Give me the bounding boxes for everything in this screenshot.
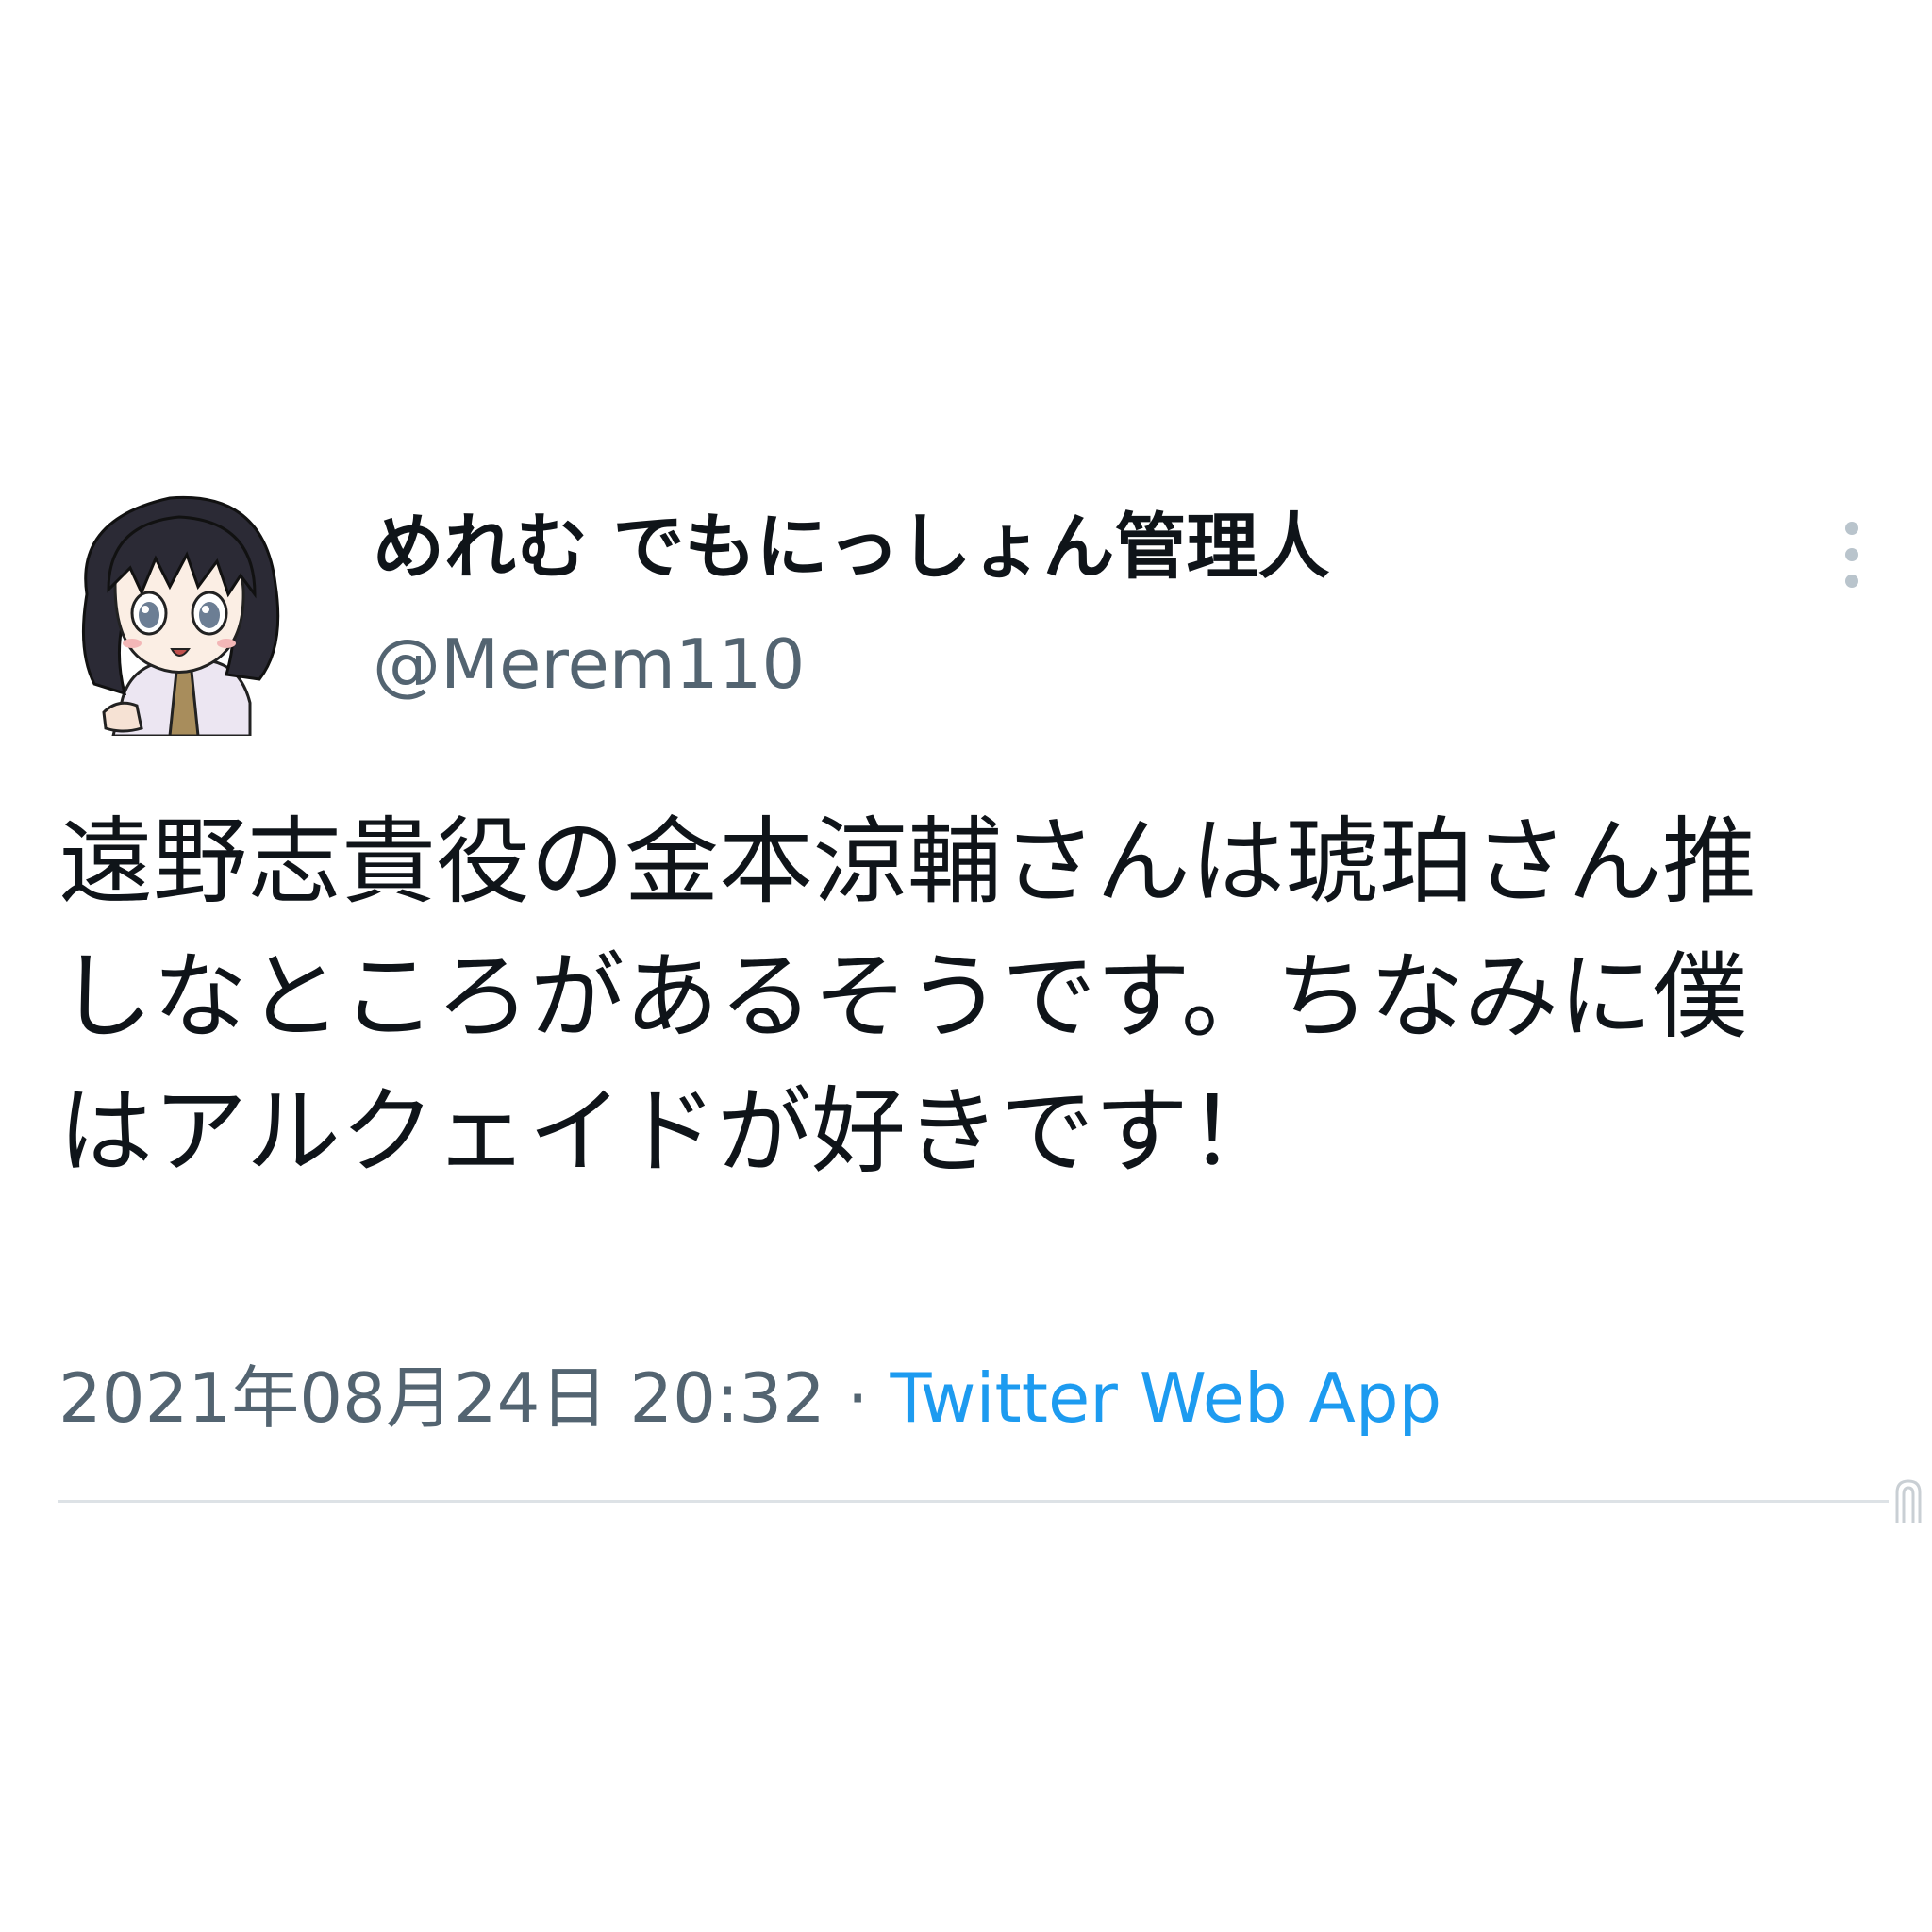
anime-character-avatar-icon	[81, 495, 280, 736]
author-handle[interactable]: @Merem110	[373, 630, 805, 698]
tweet-source-link[interactable]: Twitter Web App	[891, 1358, 1442, 1438]
divider	[58, 1500, 1889, 1503]
tweet-text: 遠野志貴役の金本涼輔さんは琥珀さん推しなところがあるそうです。ちなみに僕はアルク…	[58, 807, 1757, 1187]
avatar[interactable]	[66, 481, 292, 736]
edge-mark-icon	[1891, 1477, 1925, 1524]
tweet-meta: 2021年08月24日 20:32 · Twitter Web App	[58, 1364, 1441, 1432]
meta-separator: ·	[846, 1358, 869, 1438]
more-vertical-icon	[1845, 522, 1858, 588]
tweet-timestamp[interactable]: 2021年08月24日 20:32	[58, 1358, 825, 1438]
tweet: めれむ でもにっしょん管理人 @Merem110 遠野志貴役の金本涼輔さんは琥珀…	[0, 0, 1932, 1932]
author-display-name[interactable]: めれむ でもにっしょん管理人	[373, 511, 1329, 583]
more-options-button[interactable]	[1825, 517, 1878, 592]
